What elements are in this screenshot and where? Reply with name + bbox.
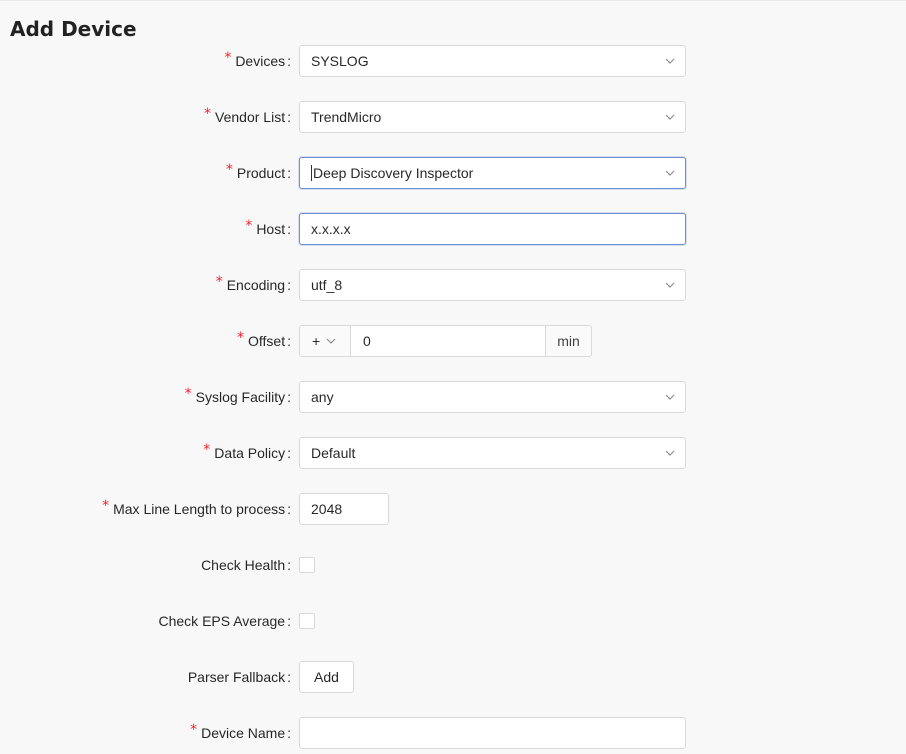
- vendor-list-row: * Vendor List : TrendMicro: [0, 101, 906, 133]
- offset-sign-select[interactable]: +: [299, 325, 351, 357]
- device-name-input[interactable]: [299, 717, 686, 749]
- encoding-row: * Encoding : utf_8: [0, 269, 906, 301]
- vendor-list-label: * Vendor List :: [204, 106, 291, 125]
- offset-row: * Offset : + 0 min: [0, 325, 906, 357]
- check-health-checkbox[interactable]: [299, 557, 315, 573]
- check-health-row: Check Health :: [0, 549, 906, 581]
- check-eps-average-row: Check EPS Average :: [0, 605, 906, 637]
- page-title: Add Device: [10, 17, 137, 41]
- chevron-down-icon: [665, 449, 675, 457]
- chevron-down-icon: [326, 337, 336, 345]
- check-eps-average-checkbox[interactable]: [299, 613, 315, 629]
- parser-fallback-add-button[interactable]: Add: [299, 661, 354, 693]
- chevron-down-icon: [665, 113, 675, 121]
- offset-label: * Offset :: [237, 330, 291, 349]
- product-label: * Product :: [225, 162, 291, 181]
- syslog-facility-label: * Syslog Facility :: [184, 386, 291, 405]
- max-line-length-label: * Max Line Length to process :: [102, 498, 291, 517]
- offset-sign-value: +: [312, 333, 321, 349]
- syslog-facility-select[interactable]: any: [299, 381, 686, 413]
- devices-select[interactable]: SYSLOG: [299, 45, 686, 77]
- device-name-label: * Device Name :: [190, 722, 291, 741]
- encoding-label: * Encoding :: [215, 274, 291, 293]
- vendor-list-value: TrendMicro: [311, 109, 382, 125]
- chevron-down-icon: [665, 281, 675, 289]
- chevron-down-icon: [665, 57, 675, 65]
- text-caret: [311, 165, 312, 181]
- syslog-facility-value: any: [311, 389, 334, 405]
- chevron-down-icon: [665, 169, 675, 177]
- chevron-down-icon: [665, 393, 675, 401]
- check-health-label: Check Health :: [201, 557, 291, 573]
- data-policy-label: * Data Policy :: [203, 442, 291, 461]
- offset-input[interactable]: 0: [351, 325, 545, 357]
- devices-value: SYSLOG: [311, 53, 369, 69]
- max-line-length-input[interactable]: 2048: [299, 493, 389, 525]
- host-input[interactable]: x.x.x.x: [299, 213, 686, 245]
- encoding-select[interactable]: utf_8: [299, 269, 686, 301]
- product-select[interactable]: Deep Discovery Inspector: [299, 157, 686, 189]
- syslog-facility-row: * Syslog Facility : any: [0, 381, 906, 413]
- check-eps-average-label: Check EPS Average :: [158, 613, 292, 629]
- devices-label: * Devices :: [224, 50, 291, 69]
- host-label: * Host :: [245, 218, 291, 237]
- parser-fallback-label: Parser Fallback :: [187, 669, 291, 685]
- max-line-length-row: * Max Line Length to process : 2048: [0, 493, 906, 525]
- max-line-length-value: 2048: [311, 501, 343, 517]
- product-row: * Product : Deep Discovery Inspector: [0, 157, 906, 189]
- device-name-row: * Device Name :: [0, 717, 906, 749]
- required-mark: *: [224, 50, 232, 66]
- vendor-list-select[interactable]: TrendMicro: [299, 101, 686, 133]
- offset-unit: min: [545, 325, 592, 357]
- offset-group: + 0 min: [299, 325, 592, 357]
- product-value: Deep Discovery Inspector: [313, 165, 474, 181]
- data-policy-row: * Data Policy : Default: [0, 437, 906, 469]
- offset-value: 0: [363, 333, 371, 349]
- host-value: x.x.x.x: [311, 221, 351, 237]
- devices-row: * Devices : SYSLOG: [0, 45, 906, 77]
- parser-fallback-row: Parser Fallback : Add: [0, 661, 906, 693]
- data-policy-select[interactable]: Default: [299, 437, 686, 469]
- data-policy-value: Default: [311, 445, 356, 461]
- encoding-value: utf_8: [311, 277, 343, 293]
- host-row: * Host : x.x.x.x: [0, 213, 906, 245]
